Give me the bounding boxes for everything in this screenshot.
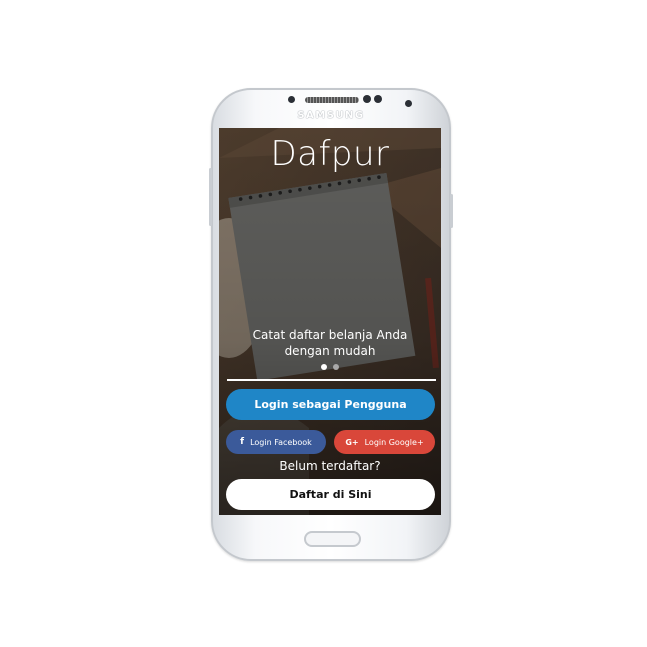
carousel-dot-1[interactable] [321, 364, 327, 370]
login-google-button[interactable]: G+ Login Google+ [334, 430, 435, 454]
divider [227, 379, 436, 381]
carousel-indicator [219, 364, 441, 370]
brand-logo: SAMSUNG [297, 110, 365, 121]
register-label: Daftar di Sini [289, 488, 372, 501]
proximity-sensor-icon [363, 95, 371, 103]
carousel-dot-2[interactable] [333, 364, 339, 370]
not-registered-text: Belum terdaftar? [279, 459, 381, 473]
app-screen: Dafpur Catat daftar belanja Anda dengan … [219, 128, 441, 515]
earpiece-speaker [305, 97, 359, 103]
login-facebook-button[interactable]: f Login Facebook [226, 430, 326, 454]
power-button [209, 168, 212, 226]
notebook-background-image [219, 128, 441, 515]
tagline-line-2: dengan mudah [284, 344, 376, 358]
app-title: Dafpur [270, 134, 390, 174]
tagline: Catat daftar belanja Anda dengan mudah [219, 327, 441, 359]
login-google-label: Login Google+ [364, 437, 424, 447]
login-user-label: Login sebagai Pengguna [254, 398, 407, 411]
facebook-icon: f [240, 437, 245, 447]
google-plus-icon: G+ [345, 437, 359, 447]
login-user-button[interactable]: Login sebagai Pengguna [226, 389, 435, 420]
register-button[interactable]: Daftar di Sini [226, 479, 435, 510]
volume-button [450, 194, 453, 228]
login-facebook-label: Login Facebook [250, 437, 312, 447]
home-button[interactable] [304, 531, 361, 547]
sensor-icon [288, 96, 295, 103]
front-camera-icon [405, 100, 412, 107]
proximity-sensor-2-icon [374, 95, 382, 103]
phone-device: SAMSUNG Dafpur Catat daftar belanja Anda… [209, 88, 453, 561]
tagline-line-1: Catat daftar belanja Anda [252, 328, 408, 342]
